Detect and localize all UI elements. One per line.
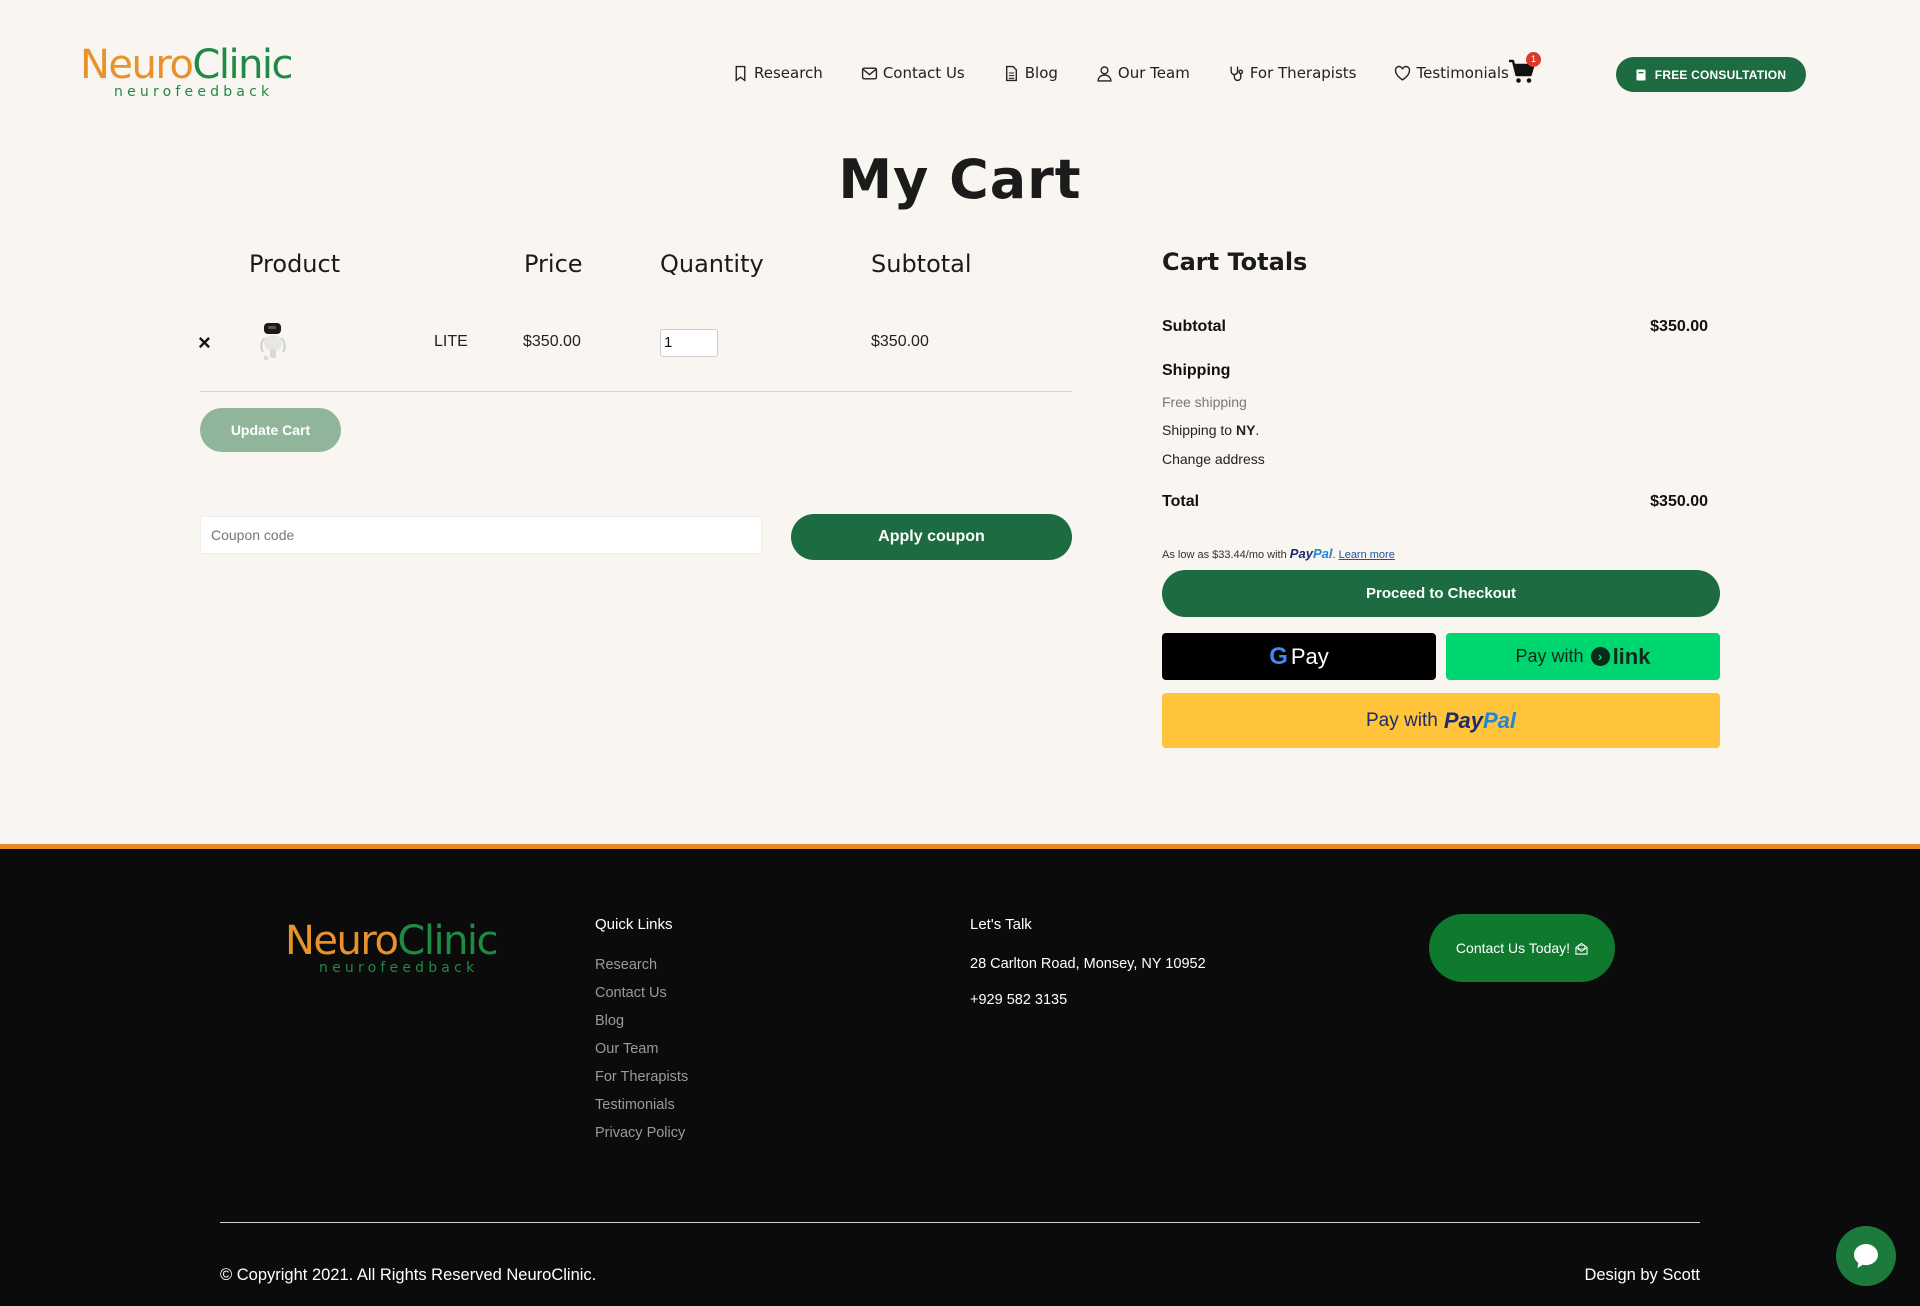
link-arrow-icon: › — [1590, 647, 1610, 666]
nav-item-research[interactable]: Research — [732, 64, 823, 82]
google-pay-label: Pay — [1290, 643, 1329, 669]
site-footer: NeuroClinic neurofeedback Quick Links Re… — [0, 844, 1920, 1306]
link-logo: link — [1612, 643, 1651, 669]
free-consultation-button[interactable]: FREE CONSULTATION — [1616, 57, 1806, 92]
nav-item-label: Research — [754, 64, 823, 82]
apply-coupon-button[interactable]: Apply coupon — [791, 514, 1072, 560]
footer-link-blog[interactable]: Blog — [595, 1011, 688, 1039]
subtotal-label: Subtotal — [1162, 318, 1226, 335]
stethoscope-icon — [1230, 66, 1243, 81]
header-quantity: Quantity — [660, 250, 764, 278]
update-cart-button[interactable]: Update Cart — [200, 408, 341, 452]
open-envelope-icon — [1575, 942, 1588, 955]
page-title: My Cart — [838, 148, 1082, 211]
lets-talk-heading: Let's Talk — [970, 916, 1032, 933]
nav-item-label: Contact Us — [882, 64, 965, 82]
shipping-destination: Shipping to NY. — [1162, 422, 1260, 438]
footer-link-research[interactable]: Research — [595, 955, 688, 983]
total-label: Total — [1162, 493, 1200, 510]
footer-address: 28 Carlton Road, Monsey, NY 10952 — [970, 956, 1206, 972]
nav-item-label: For Therapists — [1249, 64, 1357, 82]
document-icon — [1005, 65, 1017, 81]
book-icon — [1636, 69, 1646, 80]
cart-count-badge: 1 — [1526, 52, 1541, 67]
product-name[interactable]: LITE — [434, 333, 468, 351]
cart-totals-title: Cart Totals — [1162, 248, 1308, 276]
paypal-pay-later-message: As low as $33.44/mo with PayPal. Learn m… — [1162, 546, 1395, 561]
chat-icon — [1854, 1244, 1878, 1268]
nav-item-testimonials[interactable]: Testimonials — [1394, 64, 1509, 82]
row-divider — [200, 391, 1072, 392]
footer-link-for-therapists[interactable]: For Therapists — [595, 1067, 688, 1095]
free-shipping-text: Free shipping — [1162, 394, 1247, 410]
footer-link-contact-us[interactable]: Contact Us — [595, 983, 688, 1011]
logo-wordmark: NeuroClinic — [285, 918, 499, 964]
design-credit: Design by Scott — [1584, 1266, 1700, 1284]
cart-button[interactable]: 1 — [1508, 52, 1541, 88]
heart-icon — [1395, 65, 1411, 81]
footer-logo[interactable]: NeuroClinic neurofeedback — [285, 918, 515, 978]
contact-us-today-button[interactable]: Contact Us Today! — [1429, 914, 1615, 982]
total-value: $350.00 — [1650, 493, 1708, 510]
paypal-logo: PayPal — [1443, 707, 1516, 733]
product-subtotal: $350.00 — [871, 333, 929, 350]
header-subtotal: Subtotal — [871, 250, 972, 278]
footer-link-our-team[interactable]: Our Team — [595, 1039, 688, 1067]
free-consultation-label: FREE CONSULTATION — [1654, 67, 1787, 82]
nav-item-label: Blog — [1024, 64, 1058, 82]
pay-with-link-button[interactable]: Pay with › link — [1446, 633, 1720, 680]
envelope-icon — [861, 66, 877, 80]
coupon-code-input[interactable]: Coupon code — [200, 516, 762, 554]
pay-with-paypal-prefix: Pay with — [1366, 709, 1438, 731]
user-icon — [1097, 65, 1112, 82]
quick-links-list: Research Contact Us Blog Our Team For Th… — [595, 955, 688, 1151]
shipping-label: Shipping — [1162, 362, 1231, 379]
site-header: NeuroClinic neurofeedback Research Conta… — [0, 0, 1920, 140]
nav-item-blog[interactable]: Blog — [1003, 64, 1058, 82]
paypal-logo: PayPal — [1289, 546, 1333, 561]
nav-item-our-team[interactable]: Our Team — [1096, 64, 1190, 82]
footer-link-testimonials[interactable]: Testimonials — [595, 1095, 688, 1123]
logo-wordmark: NeuroClinic — [80, 42, 294, 88]
nav-item-label: Our Team — [1117, 64, 1190, 82]
contact-us-today-label: Contact Us Today! — [1455, 940, 1571, 956]
logo-tagline: neurofeedback — [114, 84, 274, 100]
quantity-input[interactable]: 1 — [660, 329, 718, 357]
product-thumbnail[interactable] — [256, 320, 292, 364]
google-pay-button[interactable]: G Pay — [1162, 633, 1436, 680]
chat-widget-button[interactable] — [1836, 1226, 1896, 1286]
bookmark-icon — [735, 65, 746, 82]
header-price: Price — [524, 250, 583, 278]
learn-more-link[interactable]: Learn more — [1339, 549, 1395, 561]
site-logo[interactable]: NeuroClinic neurofeedback — [80, 42, 300, 102]
google-g-icon: G — [1269, 642, 1288, 670]
change-address-link[interactable]: Change address — [1162, 451, 1265, 467]
footer-link-privacy-policy[interactable]: Privacy Policy — [595, 1123, 688, 1151]
proceed-to-checkout-button[interactable]: Proceed to Checkout — [1162, 570, 1720, 617]
nav-item-contact-us[interactable]: Contact Us — [861, 64, 965, 82]
quick-links-heading: Quick Links — [595, 916, 673, 933]
pay-with-paypal-button[interactable]: Pay with PayPal — [1162, 693, 1720, 748]
footer-divider — [220, 1222, 1700, 1223]
copyright-text: © Copyright 2021. All Rights Reserved Ne… — [220, 1266, 597, 1284]
main-nav: Research Contact Us Blog Our Team For Th… — [732, 60, 1547, 86]
pay-with-link-prefix: Pay with — [1515, 646, 1584, 666]
header-product: Product — [249, 250, 341, 278]
remove-item-button[interactable]: × — [198, 330, 211, 356]
subtotal-value: $350.00 — [1650, 318, 1708, 335]
product-price: $350.00 — [523, 333, 581, 350]
nav-item-for-therapists[interactable]: For Therapists — [1228, 64, 1357, 82]
footer-phone[interactable]: +929 582 3135 — [970, 992, 1067, 1008]
nav-item-label: Testimonials — [1416, 64, 1509, 82]
logo-tagline: neurofeedback — [319, 960, 479, 976]
